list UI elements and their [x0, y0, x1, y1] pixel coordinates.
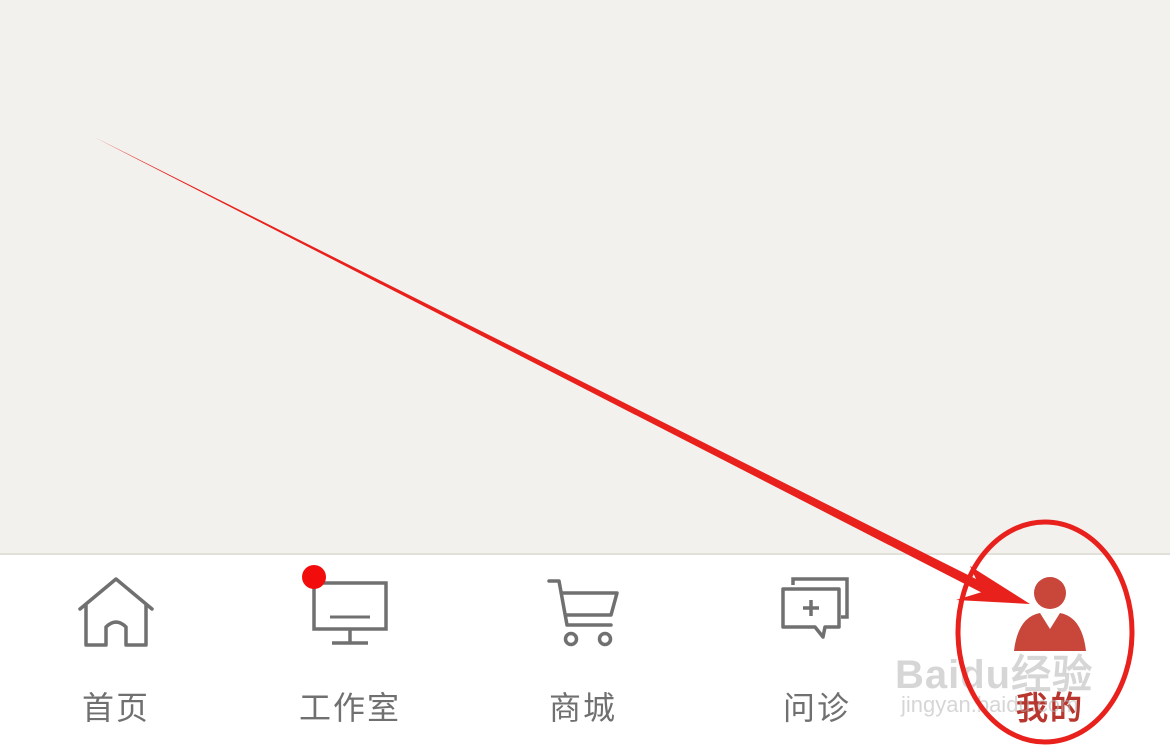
tab-consult[interactable]: 问诊	[737, 573, 897, 727]
tab-home[interactable]: 首页	[36, 573, 196, 727]
user-icon	[1010, 573, 1090, 657]
tab-mall-label: 商城	[548, 689, 617, 727]
tab-studio-label: 工作室	[298, 689, 401, 727]
home-icon	[76, 573, 156, 657]
tab-mine-label: 我的	[1015, 689, 1084, 727]
tab-home-label: 首页	[81, 689, 150, 727]
chat-plus-icon	[777, 573, 857, 657]
cart-icon	[543, 573, 623, 657]
tab-mall[interactable]: 商城	[503, 573, 663, 727]
bottom-tab-bar: 首页 工作室 商城 问诊 我的 Baidu经验 jingyan.baidu.co…	[0, 553, 1170, 745]
content-area	[0, 0, 1170, 553]
tab-studio[interactable]: 工作室	[270, 565, 430, 727]
tab-mine[interactable]: 我的	[970, 573, 1130, 727]
notification-badge	[302, 565, 326, 589]
tab-consult-label: 问诊	[782, 689, 851, 727]
